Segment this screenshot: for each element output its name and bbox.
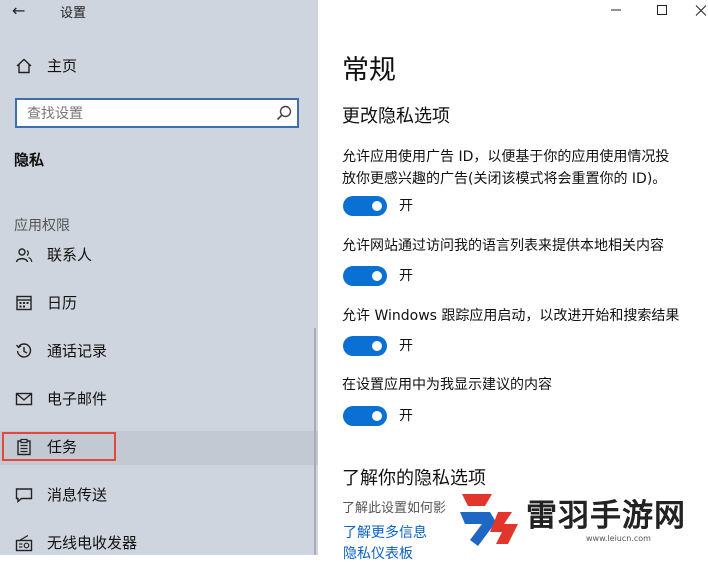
option-description: 允许网站通过访问我的语言列表来提供本地相关内容 xyxy=(342,238,664,254)
minimize-icon[interactable] xyxy=(608,0,624,20)
sidebar-item-messaging[interactable]: 消息传送 xyxy=(0,475,318,515)
sidebar-item-calendar[interactable]: 日历 xyxy=(0,283,318,323)
radio-icon xyxy=(14,523,34,555)
option-description: 放你更感兴趣的广告(关闭该模式将会重置你的 ID)。 xyxy=(342,171,667,187)
toggle-state-label: 开 xyxy=(399,198,413,214)
home-icon xyxy=(14,46,34,86)
call-history-icon xyxy=(14,331,34,371)
sidebar-item-radios[interactable]: 无线电收发器 xyxy=(0,523,318,555)
close-icon[interactable] xyxy=(694,0,708,20)
option-description: 允许 Windows 跟踪应用启动，以改进开始和搜索结果 xyxy=(342,308,680,324)
language-list-toggle[interactable] xyxy=(343,266,387,286)
sidebar-item-label: 电子邮件 xyxy=(47,390,108,408)
site-name: 雷羽手游网 xyxy=(526,498,686,534)
ad-id-toggle[interactable] xyxy=(343,196,387,216)
sidebar-item-contacts[interactable]: 联系人 xyxy=(0,235,318,275)
option-description: 允许应用使用广告 ID，以便基于你的应用使用情况投 xyxy=(342,149,670,165)
toggle-knob xyxy=(372,201,382,211)
toggle-knob xyxy=(372,341,382,351)
search-input[interactable] xyxy=(25,103,269,125)
app-launch-tracking-toggle[interactable] xyxy=(343,336,387,356)
sidebar-item-label: 消息传送 xyxy=(47,486,108,504)
privacy-dashboard-link[interactable]: 隐私仪表板 xyxy=(343,543,413,563)
contacts-icon xyxy=(14,235,34,275)
search-icon[interactable] xyxy=(275,104,293,122)
messaging-icon xyxy=(14,475,34,515)
learn-more-link[interactable]: 了解更多信息 xyxy=(343,522,427,542)
suggested-content-toggle[interactable] xyxy=(343,406,387,426)
sidebar-item-call-history[interactable]: 通话记录 xyxy=(0,331,318,371)
sidebar-item-label: 联系人 xyxy=(47,246,93,264)
title-bar: ← 设置 xyxy=(0,0,318,24)
site-watermark: 雷羽手游网 www.leiucn.com xyxy=(456,484,708,555)
site-url: www.leiucn.com xyxy=(586,534,651,543)
sidebar-item-label: 通话记录 xyxy=(47,342,108,360)
sidebar-item-home[interactable]: 主页 xyxy=(0,46,318,86)
option-description: 在设置应用中为我显示建议的内容 xyxy=(342,377,552,393)
toggle-knob xyxy=(372,411,382,421)
annotation-highlight-frame xyxy=(2,432,116,461)
sidebar-item-label: 日历 xyxy=(47,294,78,312)
search-box[interactable] xyxy=(15,98,299,128)
learn-privacy-description: 了解此设置如何影 xyxy=(342,501,447,516)
site-logo-icon xyxy=(456,488,518,550)
toggle-state-label: 开 xyxy=(399,408,413,424)
sidebar-scrollbar[interactable] xyxy=(314,328,316,555)
back-arrow-icon[interactable]: ← xyxy=(12,0,25,22)
sidebar-item-email[interactable]: 电子邮件 xyxy=(0,379,318,419)
calendar-icon xyxy=(14,283,34,323)
toggle-state-label: 开 xyxy=(399,268,413,284)
sidebar-item-label: 主页 xyxy=(47,57,78,75)
sidebar-item-label: 无线电收发器 xyxy=(47,534,138,552)
privacy-heading: 隐私 xyxy=(14,151,45,169)
toggle-knob xyxy=(372,271,382,281)
app-title: 设置 xyxy=(60,6,87,21)
maximize-icon[interactable] xyxy=(654,0,670,20)
app-permissions-label: 应用权限 xyxy=(14,218,70,234)
mail-icon xyxy=(14,379,34,419)
section-title: 更改隐私选项 xyxy=(342,106,450,127)
page-title: 常规 xyxy=(342,55,396,86)
settings-sidebar: ← 设置 主页 隐私 应用权限 联系人 日历 通话记录 xyxy=(0,0,318,555)
toggle-state-label: 开 xyxy=(399,338,413,354)
